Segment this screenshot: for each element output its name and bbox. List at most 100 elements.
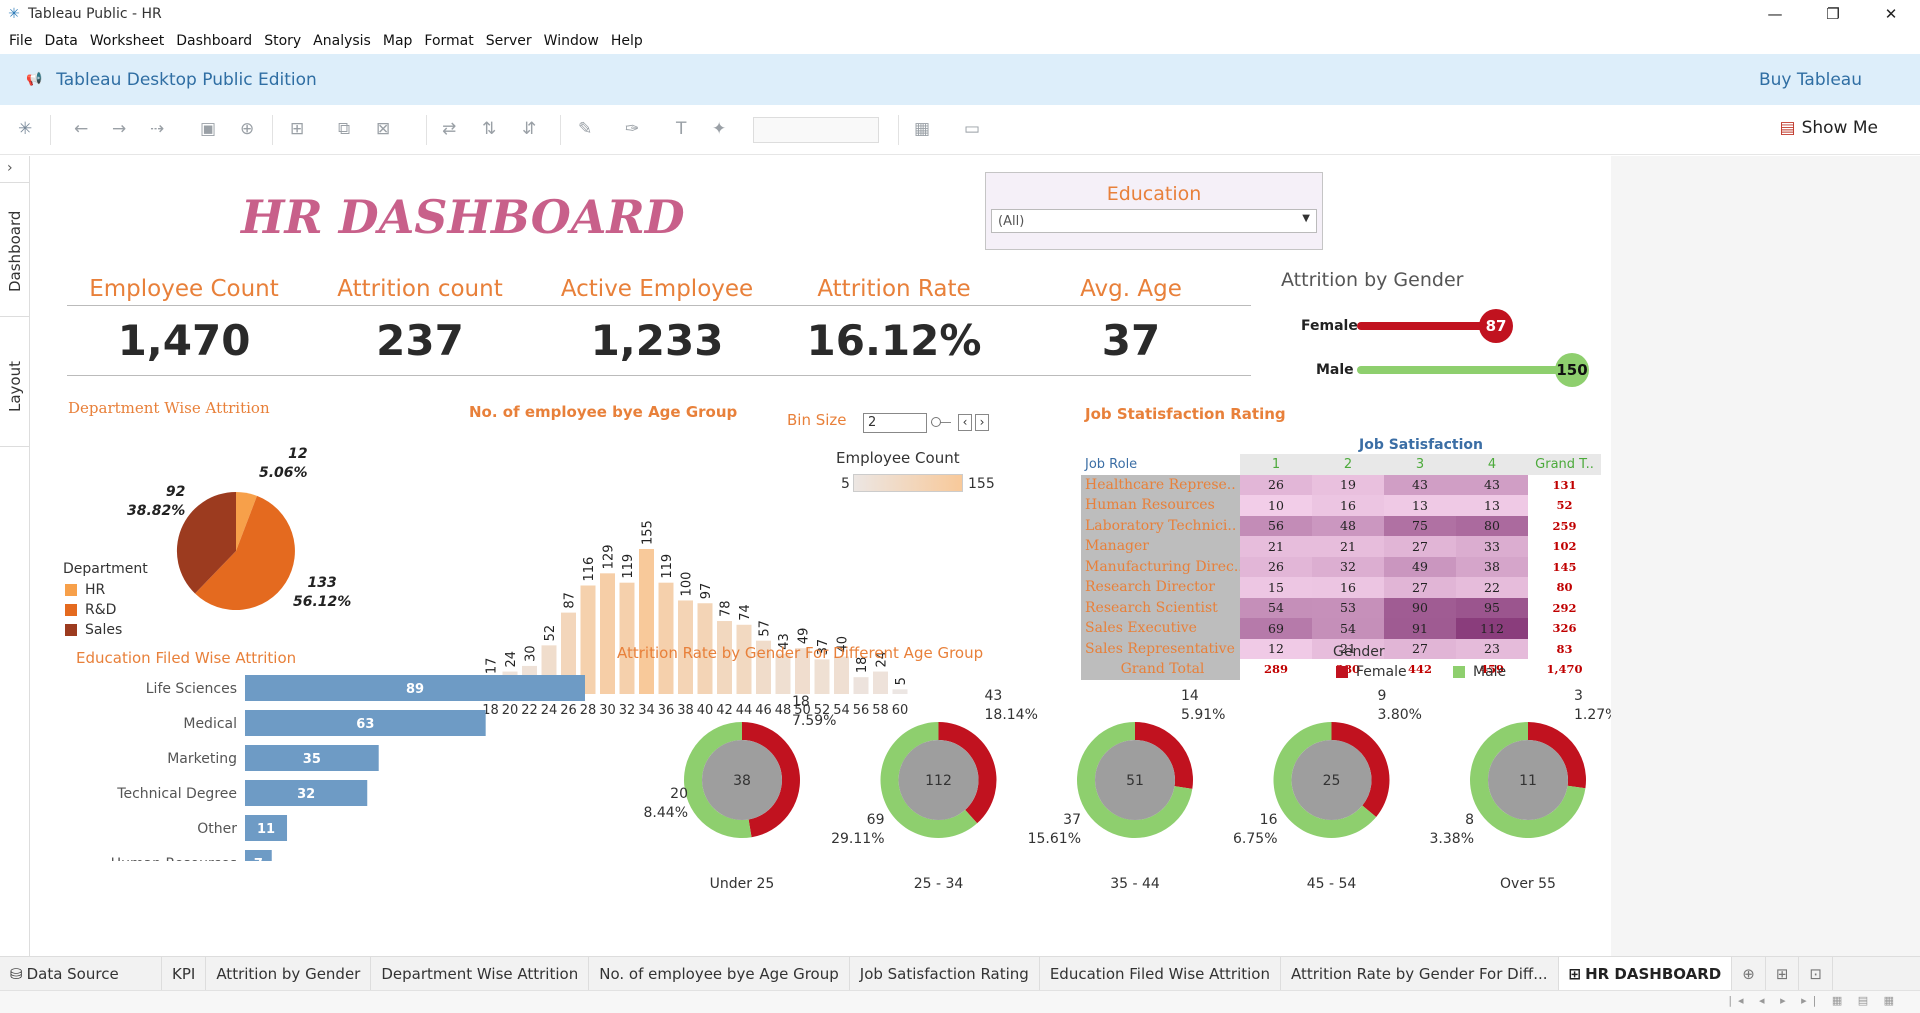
megaphone-icon: 📢 — [26, 72, 43, 87]
replay-icon[interactable]: ⇢ — [150, 119, 164, 139]
tab-department-wise-attrition[interactable]: Department Wise Attrition — [371, 956, 590, 991]
bar-value-label: 7 — [254, 857, 263, 861]
donut-total-label: 11 — [1519, 773, 1537, 789]
attach-icon[interactable]: ✑ — [625, 119, 639, 139]
job-role-cell: Human Resources — [1081, 495, 1240, 516]
tab-job-satisfaction[interactable]: Job Satisfaction Rating — [850, 956, 1040, 991]
restore-button[interactable]: ❐ — [1804, 0, 1862, 28]
heat-cell: 27 — [1384, 638, 1456, 659]
swap-icon[interactable]: ⇄ — [442, 119, 456, 139]
menu-window[interactable]: Window — [544, 33, 599, 49]
tab-dashboard[interactable]: Dashboard — [6, 211, 24, 292]
nav-controls[interactable]: |◂ ◂ ▸ ▸| ▦ ▤ ▦ — [1728, 994, 1900, 1007]
bar-value-label: 155 — [641, 520, 656, 545]
new-worksheet-button[interactable]: ⊕ — [1732, 956, 1766, 991]
tab-hr-dashboard[interactable]: ⊞ HR DASHBOARD — [1558, 956, 1733, 991]
female-attrition-value: 87 — [1479, 309, 1513, 343]
kpi-value-avg-age: 37 — [1101, 316, 1161, 365]
minimize-button[interactable]: — — [1746, 0, 1804, 28]
menu-server[interactable]: Server — [486, 33, 532, 49]
buy-tableau-link[interactable]: Buy Tableau — [1759, 70, 1862, 90]
pin-icon[interactable]: ✦ — [712, 119, 726, 139]
legend-swatch — [65, 584, 77, 596]
legend-item-sales[interactable]: Sales — [63, 622, 148, 638]
menu-help[interactable]: Help — [611, 33, 643, 49]
close-button[interactable]: ✕ — [1862, 0, 1920, 28]
row-total-cell: 80 — [1528, 577, 1601, 598]
bar-value-label: 52 — [543, 625, 558, 642]
menu-format[interactable]: Format — [424, 33, 473, 49]
sheet-tabs: ⛁ Data Source KPI Attrition by Gender Dep… — [0, 956, 1920, 991]
bin-slider-handle[interactable] — [931, 417, 941, 427]
bin-increment-button[interactable]: › — [975, 414, 989, 431]
label-icon[interactable]: T — [676, 119, 686, 139]
heat-cell: 21 — [1312, 536, 1384, 557]
bar-value-label: 89 — [406, 682, 424, 697]
donut-total-label: 25 — [1323, 773, 1341, 789]
show-me-icon: ▤ — [1779, 118, 1796, 138]
pie-label-rnd-pct: 56.12% — [293, 594, 352, 610]
heat-cell: 90 — [1384, 597, 1456, 618]
heat-row: Manager 21 21 27 33 102 — [1081, 536, 1601, 557]
new-worksheet-icon[interactable]: ⊞ — [290, 119, 304, 139]
tab-attrition-by-gender[interactable]: Attrition by Gender — [206, 956, 372, 991]
new-story-button[interactable]: ⊡ — [1799, 956, 1833, 991]
menu-worksheet[interactable]: Worksheet — [90, 33, 164, 49]
heat-cell: 16 — [1312, 495, 1384, 516]
row-total-cell: 83 — [1528, 638, 1601, 659]
new-datasource-icon[interactable]: ⊕ — [240, 119, 254, 139]
show-me-button[interactable]: ▤ Show Me — [1780, 118, 1878, 138]
sort-desc-icon[interactable]: ⇵ — [522, 119, 536, 139]
duplicate-icon[interactable]: ⧉ — [338, 119, 350, 139]
menu-data[interactable]: Data — [44, 33, 77, 49]
highlight-icon[interactable]: ✎ — [578, 119, 592, 139]
tab-layout[interactable]: Layout — [6, 361, 24, 412]
tab-education-field[interactable]: Education Filed Wise Attrition — [1040, 956, 1281, 991]
female-value-label: 3 — [1574, 688, 1583, 704]
age-group-title: No. of employee bye Age Group — [469, 403, 738, 421]
tab-age-group[interactable]: No. of employee bye Age Group — [589, 956, 850, 991]
education-select[interactable]: (All) ▼ — [991, 209, 1317, 233]
kpi-label: Active Employee — [560, 276, 754, 302]
donut-total-label: 38 — [733, 773, 751, 789]
heat-cell: 43 — [1456, 474, 1528, 495]
menu-map[interactable]: Map — [383, 33, 413, 49]
female-value-label: 14 — [1181, 688, 1199, 704]
tab-kpi[interactable]: KPI — [162, 956, 207, 991]
tab-data-source[interactable]: ⛁ Data Source — [0, 956, 162, 991]
dashboard-icon: ⊞ — [1568, 964, 1582, 983]
presentation-icon[interactable]: ▭ — [964, 119, 980, 139]
heat-cell: 27 — [1384, 536, 1456, 557]
pie-label-sales: 92 38.82% — [127, 483, 185, 521]
bin-decrement-button[interactable]: ‹ — [958, 414, 972, 431]
sort-asc-icon[interactable]: ⇅ — [482, 119, 496, 139]
new-dashboard-button[interactable]: ⊞ — [1766, 956, 1800, 991]
legend-item-rnd[interactable]: R&D — [63, 602, 148, 618]
menu-analysis[interactable]: Analysis — [313, 33, 371, 49]
save-icon[interactable]: ▣ — [200, 119, 216, 139]
menu-story[interactable]: Story — [264, 33, 301, 49]
tab-age-gender[interactable]: Attrition Rate by Gender For Diff... — [1281, 956, 1559, 991]
male-attrition-value: 150 — [1555, 353, 1589, 387]
dept-legend: Department HR R&D Sales — [63, 561, 148, 638]
menu-dashboard[interactable]: Dashboard — [176, 33, 252, 49]
bin-size-input[interactable]: 2 — [863, 413, 927, 433]
male-value-label: 37 — [1063, 812, 1081, 828]
fit-dropdown[interactable] — [753, 117, 879, 143]
legend-item-hr[interactable]: HR — [63, 582, 148, 598]
dashboard-title: HR DASHBOARD — [241, 190, 685, 244]
expand-panel-icon[interactable]: › — [7, 160, 13, 176]
col-header: 1 — [1240, 454, 1312, 475]
kpi-label: Employee Count — [89, 276, 279, 302]
tableau-home-icon[interactable]: ✳ — [18, 119, 32, 139]
database-icon: ⛁ — [10, 964, 23, 983]
undo-icon[interactable]: ← — [74, 119, 88, 139]
category-label: Marketing — [167, 751, 237, 767]
title-bar: ✳ Tableau Public - HR — ❐ ✕ — [0, 0, 1920, 28]
clear-sheet-icon[interactable]: ⊠ — [376, 119, 390, 139]
redo-icon[interactable]: → — [112, 119, 126, 139]
menu-file[interactable]: File — [9, 33, 32, 49]
heat-cell: 69 — [1240, 618, 1312, 639]
heat-row: Human Resources 10 16 13 13 52 — [1081, 495, 1601, 516]
show-cards-icon[interactable]: ▦ — [914, 119, 930, 139]
